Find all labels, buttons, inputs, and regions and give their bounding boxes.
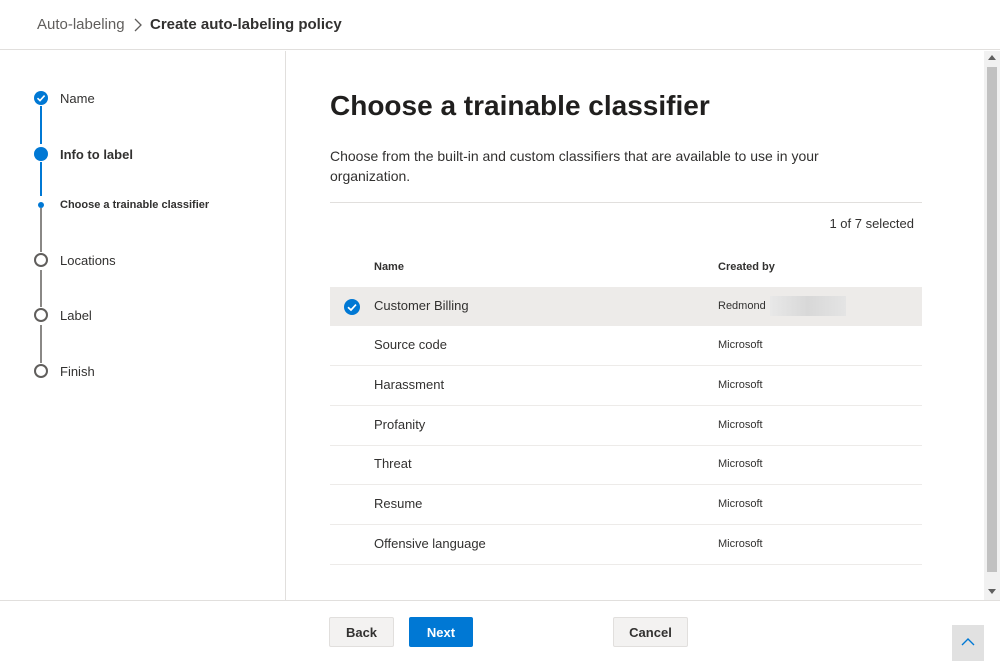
row-created-by: Microsoft — [718, 498, 763, 510]
table-row[interactable]: Harassment Microsoft — [330, 366, 922, 406]
row-name: Profanity — [374, 417, 426, 432]
row-name: Resume — [374, 496, 423, 511]
row-name: Threat — [374, 456, 412, 471]
checkmark-circle-icon[interactable] — [344, 299, 360, 315]
wizard-step-name[interactable]: Name — [60, 91, 95, 106]
row-name: Customer Billing — [374, 298, 469, 313]
vertical-scrollbar[interactable] — [984, 51, 1000, 600]
main-content: Choose a trainable classifier Choose fro… — [287, 51, 984, 600]
checkmark-circle-icon — [34, 91, 48, 105]
current-step-dot — [34, 147, 48, 161]
step-connector — [40, 270, 42, 307]
row-created-by: Microsoft — [718, 339, 763, 351]
pending-step-circle — [34, 253, 48, 267]
row-created-by: Microsoft — [718, 379, 763, 391]
row-created-by: Microsoft — [718, 458, 763, 470]
wizard-steps-nav: Name Info to label Choose a trainable cl… — [0, 51, 286, 600]
table-row[interactable]: Threat Microsoft — [330, 445, 922, 485]
column-header-name[interactable]: Name — [374, 261, 404, 273]
divider — [330, 202, 922, 203]
breadcrumb-current: Create auto-labeling policy — [150, 16, 342, 33]
wizard-step-finish: Finish — [60, 364, 95, 379]
wizard-step-locations: Locations — [60, 253, 116, 268]
pending-step-circle — [34, 308, 48, 322]
table-row[interactable]: Offensive language Microsoft — [330, 525, 922, 565]
scroll-to-top-button[interactable] — [952, 625, 984, 661]
redacted-text — [770, 296, 846, 316]
header-bar: Auto-labeling Create auto-labeling polic… — [0, 0, 1000, 50]
next-button[interactable]: Next — [409, 617, 473, 647]
current-substep-dot — [38, 202, 44, 208]
table-row[interactable]: Source code Microsoft — [330, 326, 922, 366]
table-row[interactable]: Profanity Microsoft — [330, 406, 922, 446]
wizard-step-info-to-label[interactable]: Info to label — [60, 147, 133, 162]
wizard-step-label: Label — [60, 308, 92, 323]
step-connector — [40, 325, 42, 363]
scroll-up-arrow-icon[interactable] — [988, 55, 996, 60]
selection-count: 1 of 7 selected — [829, 216, 914, 231]
page-title: Choose a trainable classifier — [330, 90, 710, 121]
row-created-by: Microsoft — [718, 419, 763, 431]
row-name: Offensive language — [374, 536, 486, 551]
table-row[interactable]: Resume Microsoft — [330, 485, 922, 525]
step-connector — [40, 106, 42, 144]
row-name: Harassment — [374, 377, 445, 392]
scroll-down-arrow-icon[interactable] — [988, 589, 996, 594]
row-created-by: Redmond — [718, 300, 766, 312]
row-created-by: Microsoft — [718, 538, 763, 550]
column-header-created-by[interactable]: Created by — [718, 261, 775, 273]
row-name: Source code — [374, 337, 447, 352]
page-description: Choose from the built-in and custom clas… — [330, 148, 819, 184]
chevron-right-icon — [134, 18, 142, 32]
table-row[interactable]: Customer Billing Redmond — [330, 287, 922, 326]
scrollbar-thumb[interactable] — [987, 67, 997, 572]
back-button[interactable]: Back — [329, 617, 394, 647]
step-connector — [40, 208, 42, 252]
breadcrumb-parent-link[interactable]: Auto-labeling — [37, 16, 125, 33]
chevron-up-icon — [961, 638, 975, 646]
cancel-button[interactable]: Cancel — [613, 617, 688, 647]
pending-step-circle — [34, 364, 48, 378]
wizard-substep-choose-classifier[interactable]: Choose a trainable classifier — [60, 199, 209, 211]
step-connector — [40, 162, 42, 196]
footer-bar: Back Next Cancel — [0, 600, 1000, 661]
